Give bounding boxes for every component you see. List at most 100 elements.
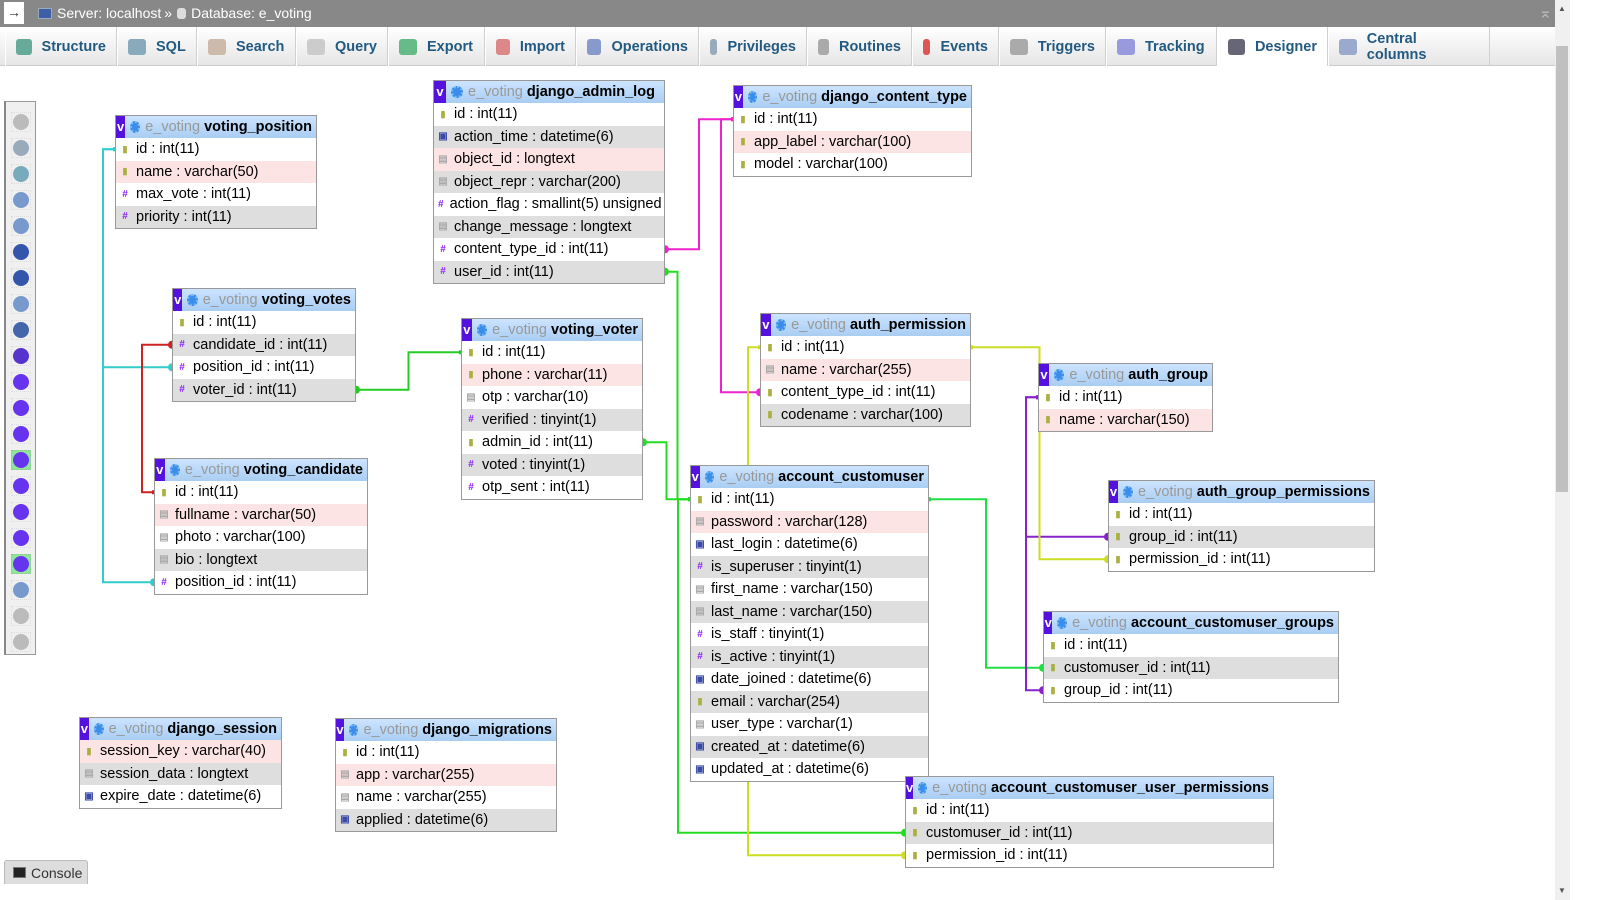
table-options-icon[interactable] — [451, 86, 463, 98]
table-django-migrations[interactable]: v e_votingdjango_migrationsid : int(11) ap… — [335, 718, 557, 832]
column-row[interactable]: id : int(11) — [761, 336, 970, 359]
tab-structure[interactable]: Structure — [5, 27, 117, 66]
tab-tracking[interactable]: Tracking — [1106, 27, 1217, 66]
vertical-scrollbar[interactable]: ▲ ▼ — [1555, 0, 1570, 900]
breadcrumb-database[interactable]: Database: e_voting — [191, 5, 312, 21]
create-relation-button[interactable] — [11, 346, 31, 366]
column-row[interactable]: id : int(11) — [1109, 503, 1374, 526]
table-account-customuser-groups[interactable]: v e_votingaccount_customuser_groupsid : i… — [1043, 611, 1339, 703]
column-row[interactable]: # action_flag : smallint(5) unsigned — [434, 193, 664, 216]
save-button[interactable] — [11, 242, 31, 262]
table-options-icon[interactable] — [476, 324, 488, 336]
column-row[interactable]: customuser_id : int(11) — [906, 821, 1273, 844]
column-row[interactable]: id : int(11) — [116, 138, 316, 161]
column-row[interactable]: name : varchar(150) — [1039, 408, 1212, 431]
table-django-content-type[interactable]: v e_votingdjango_content_typeid : int(11)… — [733, 85, 972, 177]
relation-line[interactable] — [665, 270, 690, 501]
table-voting-votes[interactable]: v e_votingvoting_votesid : int(11) # candid… — [172, 288, 356, 402]
relation-line[interactable] — [665, 118, 733, 251]
column-row[interactable]: created_at : datetime(6) — [691, 735, 928, 758]
table-header[interactable]: v e_voting auth_group — [1039, 364, 1212, 386]
column-row[interactable]: change_message : longtext — [434, 215, 664, 238]
tab-export[interactable]: Export — [388, 27, 485, 66]
column-row[interactable]: # verified : tinyint(1) — [462, 408, 642, 431]
column-row[interactable]: bio : longtext — [155, 548, 367, 571]
column-row[interactable]: phone : varchar(11) — [462, 363, 642, 386]
table-header[interactable]: v e_voting django_content_type — [734, 86, 971, 108]
column-row[interactable]: app_label : varchar(100) — [734, 130, 971, 153]
move-menu-button[interactable] — [11, 606, 31, 626]
table-account-customuser[interactable]: v e_votingaccount_customuserid : int(11) p… — [690, 465, 929, 782]
table-options-icon[interactable] — [187, 294, 198, 306]
toggle-navigation-icon[interactable]: → — [4, 2, 24, 24]
toggle-columns-icon[interactable]: v — [80, 718, 89, 740]
relation-line[interactable] — [1025, 396, 1043, 692]
relation-line[interactable] — [929, 498, 1043, 669]
tab-operations[interactable]: Operations — [576, 27, 699, 66]
small-big-all-button[interactable] — [11, 502, 31, 522]
column-row[interactable]: applied : datetime(6) — [336, 808, 556, 831]
help-button[interactable] — [11, 398, 31, 418]
relation-lines-button[interactable] — [11, 554, 31, 574]
column-row[interactable]: # candidate_id : int(11) — [173, 333, 355, 356]
tab-events[interactable]: Events — [912, 27, 999, 66]
column-row[interactable]: object_repr : varchar(200) — [434, 170, 664, 193]
table-options-icon[interactable] — [1057, 617, 1068, 629]
column-row[interactable]: # position_id : int(11) — [155, 571, 367, 594]
table-header[interactable]: v e_voting django_session — [80, 718, 281, 740]
column-row[interactable]: # voter_id : int(11) — [173, 378, 355, 401]
table-voting-candidate[interactable]: v e_votingvoting_candidateid : int(11) ful… — [154, 458, 368, 595]
table-header[interactable]: v e_voting voting_votes — [173, 289, 355, 311]
scroll-down-icon[interactable]: ▼ — [1558, 886, 1566, 895]
table-auth-permission[interactable]: v e_votingauth_permissionid : int(11) name… — [760, 313, 971, 427]
tab-search[interactable]: Search — [197, 27, 296, 66]
relation-line[interactable] — [643, 441, 690, 501]
column-row[interactable]: # max_vote : int(11) — [116, 183, 316, 206]
column-row[interactable]: id : int(11) — [1044, 634, 1338, 657]
toggle-columns-icon[interactable]: v — [434, 81, 446, 103]
table-options-icon[interactable] — [747, 91, 758, 103]
column-row[interactable]: id : int(11) — [906, 799, 1273, 822]
tab-sql[interactable]: SQL — [117, 27, 197, 66]
collapse-top-icon[interactable]: ⌅ — [1539, 3, 1552, 23]
column-row[interactable]: # is_staff : tinyint(1) — [691, 623, 928, 646]
fullscreen-button[interactable] — [11, 138, 31, 158]
toggle-columns-icon[interactable]: v — [906, 777, 914, 799]
column-row[interactable]: # priority : int(11) — [116, 205, 316, 228]
table-account-customuser-user-permissions[interactable]: v e_voting account_customuser_user_permiss… — [905, 776, 1274, 868]
column-row[interactable]: customuser_id : int(11) — [1044, 656, 1338, 679]
scrollbar-thumb[interactable] — [1556, 46, 1568, 492]
column-row[interactable]: session_key : varchar(40) — [80, 740, 281, 763]
column-row[interactable]: name : varchar(50) — [116, 160, 316, 183]
tab-query[interactable]: Query — [296, 27, 388, 66]
table-options-icon[interactable] — [704, 471, 715, 483]
column-row[interactable]: codename : varchar(100) — [761, 403, 970, 426]
toggle-columns-icon[interactable]: v — [116, 116, 126, 138]
table-header[interactable]: v e_voting django_migrations — [336, 719, 556, 741]
table-options-icon[interactable] — [349, 724, 359, 736]
column-row[interactable]: id : int(11) — [336, 741, 556, 764]
column-row[interactable]: last_name : varchar(150) — [691, 600, 928, 623]
table-voting-voter[interactable]: v e_votingvoting_voterid : int(11) phone :… — [461, 318, 643, 500]
column-row[interactable]: date_joined : datetime(6) — [691, 668, 928, 691]
column-row[interactable]: content_type_id : int(11) — [761, 381, 970, 404]
column-row[interactable]: object_id : longtext — [434, 148, 664, 171]
table-list-button[interactable] — [11, 320, 31, 340]
column-row[interactable]: app : varchar(255) — [336, 763, 556, 786]
table-options-icon[interactable] — [775, 319, 787, 331]
column-row[interactable]: otp : varchar(10) — [462, 386, 642, 409]
toggle-columns-icon[interactable]: v — [462, 319, 472, 341]
tab-triggers[interactable]: Triggers — [999, 27, 1106, 66]
column-row[interactable]: id : int(11) — [155, 481, 367, 504]
tab-designer[interactable]: Designer — [1217, 27, 1328, 66]
relation-line[interactable] — [356, 351, 461, 391]
column-row[interactable]: first_name : varchar(150) — [691, 578, 928, 601]
toggle-columns-icon[interactable]: v — [761, 314, 771, 336]
column-row[interactable]: permission_id : int(11) — [1109, 548, 1374, 571]
table-voting-position[interactable]: v e_votingvoting_positionid : int(11) name… — [115, 115, 317, 229]
toggle-menu-button[interactable] — [11, 112, 31, 132]
column-row[interactable]: session_data : longtext — [80, 762, 281, 785]
direct-links-button[interactable] — [11, 450, 31, 470]
new-page-button[interactable] — [11, 190, 31, 210]
table-header[interactable]: v e_voting auth_group_permissions — [1109, 481, 1374, 503]
